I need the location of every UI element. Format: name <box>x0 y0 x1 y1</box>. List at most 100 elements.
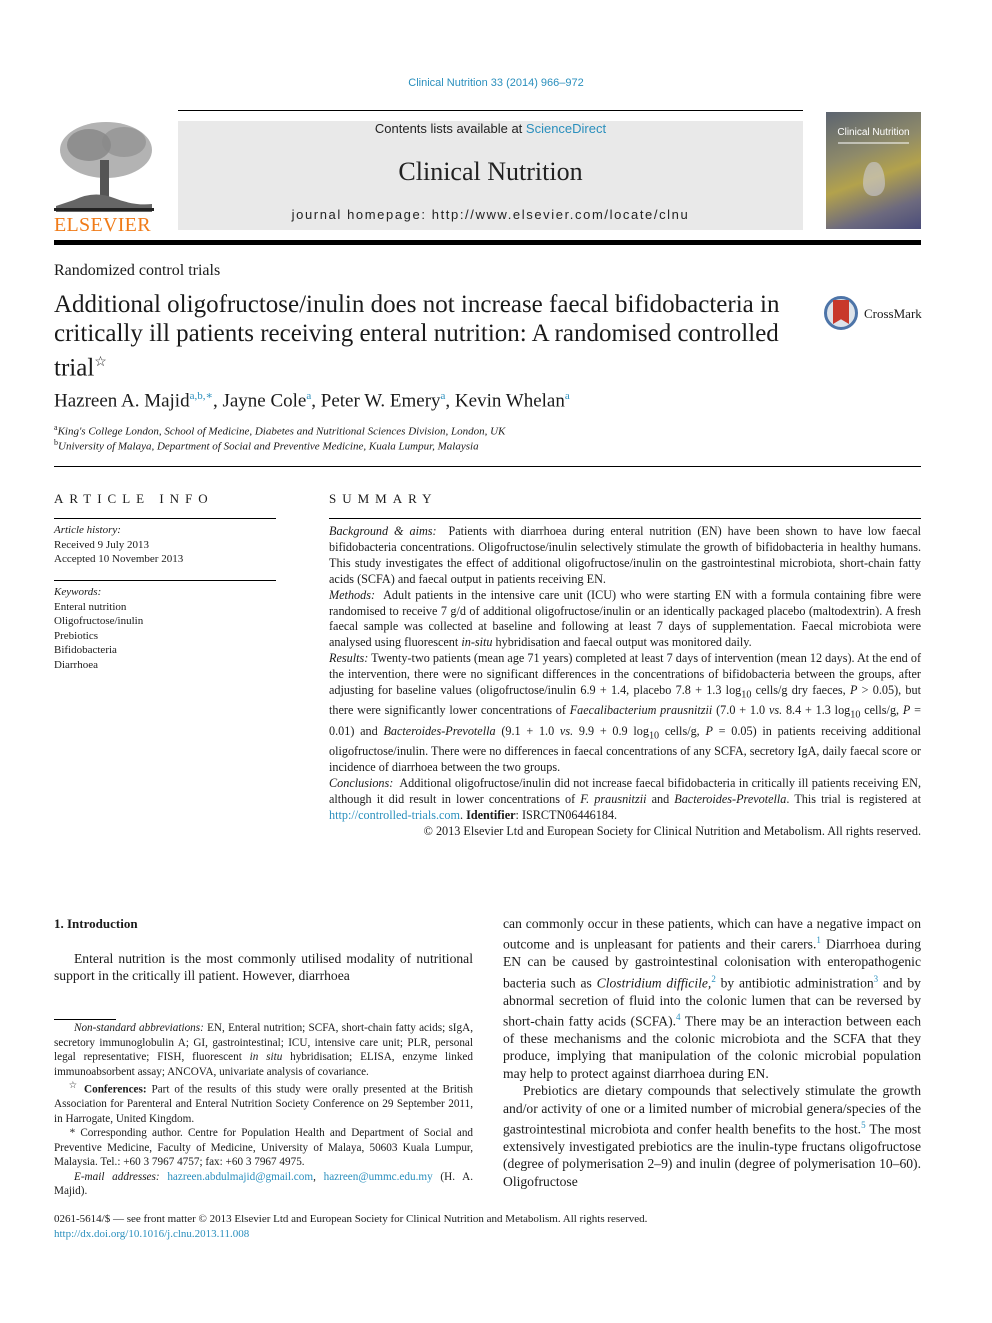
keywords-rule <box>54 580 276 581</box>
journal-banner: Contents lists available at ScienceDirec… <box>178 121 803 230</box>
abstract-methods: Methods: Adult patients in the intensive… <box>329 588 921 652</box>
methods-label: Methods: <box>329 587 376 602</box>
keywords-list: Keywords: Enteral nutrition Oligofructos… <box>54 585 276 672</box>
keyword: Prebiotics <box>54 629 98 642</box>
journal-citation[interactable]: Clinical Nutrition 33 (2014) 966–972 <box>0 77 992 89</box>
abstract-results: Results: Twenty-two patients (mean age 7… <box>329 651 921 776</box>
keyword: Diarrhoea <box>54 658 98 671</box>
species-name: F. prausnitzii <box>580 791 647 806</box>
received-date: Received 9 July 2013 <box>54 538 150 551</box>
footnote-rule <box>54 1019 116 1020</box>
author-list: Hazreen A. Majida,b,∗, Jayne Cole a, Pete… <box>54 389 570 412</box>
p-symbol: P <box>705 723 713 738</box>
species-name: Faecalibacterium prausnitzii <box>569 703 713 718</box>
results-text: cells/g dry faeces, <box>751 683 850 698</box>
title-text: Additional oligofructose/inulin does not… <box>54 291 780 382</box>
abstract-copyright: © 2013 Elsevier Ltd and European Society… <box>423 823 921 838</box>
cover-title: Clinical Nutrition <box>837 127 910 138</box>
email-separator: , <box>313 1170 324 1183</box>
abbr-label: Non-standard abbreviations: <box>74 1022 204 1034</box>
doi-link[interactable]: http://dx.doi.org/10.1016/j.clnu.2013.11… <box>54 1228 249 1240</box>
section-heading-introduction: 1. Introduction <box>54 916 138 931</box>
conclusions-text: . This trial is registered at <box>786 791 921 806</box>
article-history: Article history: Received 9 July 2013 Ac… <box>54 523 276 567</box>
species-name: Clostridium difficile, <box>596 975 712 991</box>
email-link[interactable]: hazreen@ummc.edu.my <box>324 1171 433 1183</box>
journal-homepage[interactable]: journal homepage: http://www.elsevier.co… <box>178 207 803 222</box>
affiliation-text: King's College London, School of Medicin… <box>57 425 506 438</box>
contents-prefix: Contents lists available at <box>374 121 526 136</box>
keyword: Bifidobacteria <box>54 644 117 656</box>
methods-italic: in-situ <box>461 635 493 650</box>
results-text: 9.9 + 0.9 log <box>573 723 649 738</box>
corresponding-text: Corresponding author. Centre for Populat… <box>54 1127 474 1169</box>
affiliation-rule <box>54 466 921 467</box>
vs-text: vs. <box>559 723 574 738</box>
front-matter: 0261-5614/$ — see front matter © 2013 El… <box>54 1213 648 1225</box>
email-link[interactable]: hazreen.abdulmajid@gmail.com <box>167 1171 313 1183</box>
intro-paragraph: Prebiotics are dietary compounds that se… <box>503 1082 921 1190</box>
header-thick-rule <box>54 240 921 245</box>
vs-text: vs. <box>768 703 783 718</box>
methods-text-end: hybridisation and faecal output was moni… <box>492 635 752 650</box>
author-separator: , <box>445 390 455 412</box>
footnote-abbreviations: Non-standard abbreviations: EN, Enteral … <box>54 1021 473 1079</box>
email-label: E-mail addresses: <box>74 1170 160 1183</box>
affiliation: bUniversity of Malaya, Department of Soc… <box>54 438 479 453</box>
results-text: (7.0 + 1.0 <box>712 703 769 718</box>
article-category: Randomized control trials <box>54 262 221 279</box>
sciencedirect-link[interactable]: ScienceDirect <box>526 121 606 136</box>
summary-heading: SUMMARY <box>329 491 438 506</box>
author[interactable]: Hazreen A. Majid <box>54 390 190 411</box>
author[interactable]: Kevin Whelan <box>455 390 565 411</box>
intro-text: by antibiotic administration <box>715 975 874 991</box>
results-label: Results: <box>329 651 369 666</box>
log-subscript: 10 <box>850 709 861 721</box>
history-label: Article history: <box>54 524 121 536</box>
species-name: Bacteroides-Prevotella <box>383 723 496 738</box>
crossmark-label: CrossMark <box>864 306 922 321</box>
elsevier-tree-icon <box>54 122 154 212</box>
trial-registry-link[interactable]: http://controlled-trials.com <box>329 808 460 822</box>
background-label: Background & aims: <box>329 524 437 538</box>
article-info-heading: ARTICLE INFO <box>54 491 214 506</box>
footnotes: Non-standard abbreviations: EN, Enteral … <box>54 1021 473 1199</box>
identifier-label: Identifier <box>466 807 516 822</box>
affiliation: aKing's College London, School of Medici… <box>54 423 505 438</box>
trial-identifier: : ISRCTN06446184. <box>515 807 618 822</box>
footnote-emails: E-mail addresses: hazreen.abdulmajid@gma… <box>54 1170 473 1199</box>
intro-paragraph: can commonly occur in these patients, wh… <box>503 915 921 1082</box>
conclusions-text: and <box>646 791 675 806</box>
crossmark-button[interactable]: CrossMark <box>824 296 924 336</box>
intro-paragraph: Enteral nutrition is the most commonly u… <box>54 951 473 984</box>
journal-title: Clinical Nutrition <box>398 157 583 186</box>
results-text: cells/g, <box>659 723 706 738</box>
author-affiliation-mark[interactable]: a <box>565 390 570 402</box>
intro-right-column: can commonly occur in these patients, wh… <box>503 915 921 1190</box>
intro-left-column: Enteral nutrition is the most commonly u… <box>54 950 473 985</box>
page-footer: 0261-5614/$ — see front matter © 2013 El… <box>54 1212 647 1241</box>
author[interactable]: Jayne Cole <box>222 390 306 411</box>
log-subscript: 10 <box>741 689 752 701</box>
article-title: Additional oligofructose/inulin does not… <box>54 290 814 382</box>
abstract: Background & aims: Patients with diarrho… <box>329 524 921 840</box>
article-info-rule <box>54 518 276 519</box>
summary-rule <box>329 518 921 519</box>
elsevier-logo[interactable]: ELSEVIER <box>54 120 154 235</box>
footnote-conferences: ☆ Conferences: Part of the results of th… <box>54 1079 473 1126</box>
header-rule <box>178 110 803 111</box>
cover-subtitle-line <box>838 142 909 144</box>
results-text: cells/g, <box>860 703 903 718</box>
droplet-icon <box>862 162 885 196</box>
journal-cover-image[interactable]: Clinical Nutrition <box>826 112 921 229</box>
elsevier-wordmark: ELSEVIER <box>54 214 151 236</box>
title-footnote-star[interactable]: ☆ <box>94 355 107 370</box>
accepted-date: Accepted 10 November 2013 <box>54 553 184 565</box>
conferences-label: Conferences: <box>84 1083 147 1096</box>
author[interactable]: Peter W. Emery <box>321 390 441 411</box>
author-separator: , <box>311 390 321 412</box>
keyword: Oligofructose/inulin <box>54 615 144 627</box>
contents-line: Contents lists available at ScienceDirec… <box>178 121 803 137</box>
results-text: 8.4 + 1.3 log <box>782 703 851 718</box>
author-affiliation-mark[interactable]: a,b,∗ <box>190 390 213 402</box>
